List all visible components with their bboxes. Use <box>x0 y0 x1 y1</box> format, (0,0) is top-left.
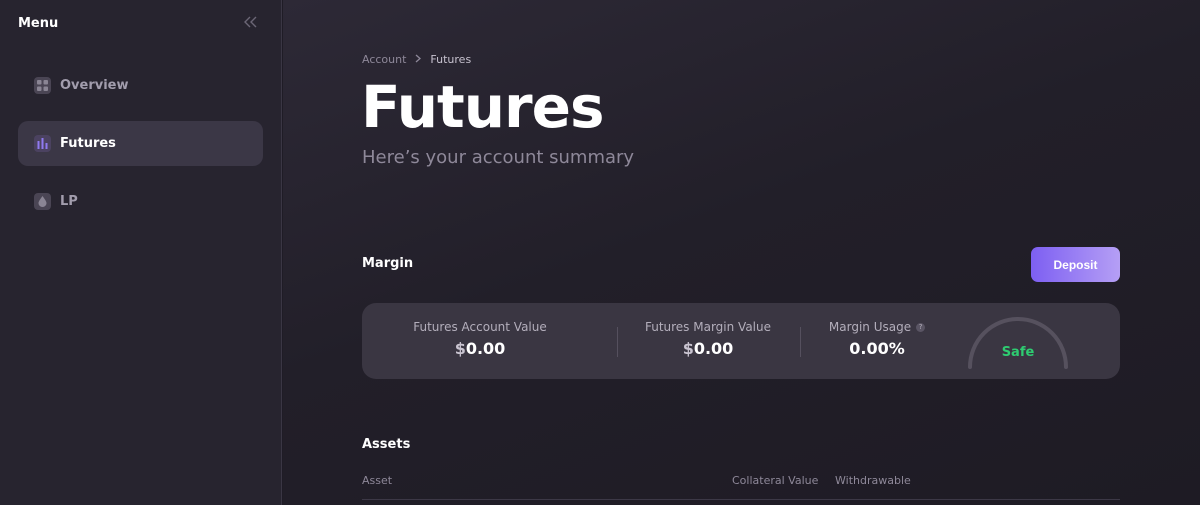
sidebar-item-overview[interactable]: Overview <box>18 63 263 108</box>
futures-margin-value: 0.00 <box>693 339 734 358</box>
divider <box>800 327 801 357</box>
sidebar-item-label: LP <box>60 194 78 209</box>
breadcrumb: Account Futures <box>362 53 471 66</box>
bar-chart-icon <box>34 135 51 152</box>
margin-usage-value: 0.00% <box>849 339 905 358</box>
margin-usage-stat: Margin Usage ? 0.00% <box>810 320 944 358</box>
sidebar: Menu Overview Futures LP <box>0 0 282 505</box>
breadcrumb-current: Futures <box>430 53 472 66</box>
margin-gauge: Safe <box>966 315 1070 377</box>
menu-title: Menu <box>18 16 59 31</box>
stat-value: $0.00 <box>400 339 560 358</box>
stat-label: Margin Usage ? <box>810 320 944 334</box>
double-chevron-left-icon[interactable] <box>242 14 260 32</box>
page-subtitle: Here’s your account summary <box>362 147 635 168</box>
stat-label: Futures Margin Value <box>644 320 772 334</box>
margin-section-title: Margin <box>362 256 414 271</box>
sidebar-item-lp[interactable]: LP <box>18 179 263 224</box>
currency-symbol: $ <box>454 339 466 358</box>
currency-symbol: $ <box>682 339 694 358</box>
breadcrumb-account-link[interactable]: Account <box>362 53 406 66</box>
assets-table-header: Asset Collateral Value Withdrawable <box>362 472 1120 500</box>
assets-section-title: Assets <box>362 437 411 452</box>
margin-summary-card: Futures Account Value $0.00 Futures Marg… <box>362 303 1120 379</box>
sidebar-item-futures[interactable]: Futures <box>18 121 263 166</box>
droplet-icon <box>34 193 51 210</box>
chevron-right-icon <box>415 53 422 66</box>
futures-account-value-stat: Futures Account Value $0.00 <box>400 320 560 358</box>
futures-margin-value-stat: Futures Margin Value $0.00 <box>628 320 788 358</box>
sidebar-item-label: Futures <box>60 136 116 151</box>
grid-icon <box>34 77 51 94</box>
sidebar-item-label: Overview <box>60 78 129 93</box>
futures-account-value: 0.00 <box>465 339 506 358</box>
stat-value: $0.00 <box>628 339 788 358</box>
column-header-asset[interactable]: Asset <box>362 474 392 487</box>
app-root: Menu Overview Futures LP Account Futures… <box>0 0 1200 505</box>
margin-usage-label: Margin Usage <box>828 320 912 334</box>
deposit-button[interactable]: Deposit <box>1031 247 1120 282</box>
column-header-withdrawable[interactable]: Withdrawable <box>835 474 911 487</box>
help-icon[interactable]: ? <box>916 322 926 332</box>
divider <box>617 327 618 357</box>
column-header-collateral-value[interactable]: Collateral Value <box>732 474 818 487</box>
main-content: Account Futures Futures Here’s your acco… <box>283 0 1200 505</box>
page-title: Futures <box>361 73 605 141</box>
gauge-status-label: Safe <box>1001 345 1035 360</box>
stat-label: Futures Account Value <box>413 320 547 334</box>
